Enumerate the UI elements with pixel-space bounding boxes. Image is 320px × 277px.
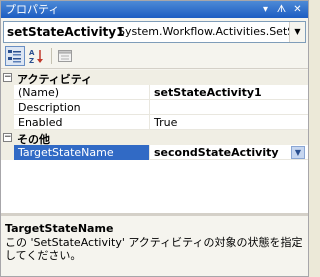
pin-icon[interactable]: ᗑ: [274, 2, 289, 17]
window-menu-icon[interactable]: ▾: [258, 2, 273, 17]
property-name[interactable]: (Name): [14, 85, 150, 100]
categorized-button[interactable]: [5, 46, 25, 66]
property-name[interactable]: Description: [14, 100, 150, 115]
property-value[interactable]: True: [151, 115, 308, 130]
svg-text:A: A: [29, 49, 35, 57]
property-name[interactable]: TargetStateName: [14, 145, 150, 160]
property-grid: − アクティビティ (Name) setStateActivity1 Descr…: [1, 70, 308, 213]
property-value[interactable]: setStateActivity1: [151, 85, 308, 100]
category-misc[interactable]: − その他: [1, 130, 308, 146]
property-row-description[interactable]: Description: [1, 100, 308, 115]
property-row-name[interactable]: (Name) setStateActivity1: [1, 85, 308, 100]
property-value[interactable]: secondStateActivity: [151, 145, 308, 160]
description-text: この 'SetStateActivity' アクティビティの対象の状態を指定して…: [5, 236, 303, 262]
object-name: setStateActivity1: [7, 25, 125, 39]
property-row-target-state-name[interactable]: TargetStateName secondStateActivity ▼: [1, 145, 308, 160]
category-activity[interactable]: − アクティビティ: [1, 70, 308, 86]
row-gutter: [1, 115, 14, 130]
properties-window: プロパティ ▾ ᗑ ✕ setStateActivity1 System.Wor…: [0, 0, 309, 277]
window-title: プロパティ: [5, 3, 60, 16]
svg-text:Z: Z: [29, 57, 34, 65]
property-row-enabled[interactable]: Enabled True: [1, 115, 308, 130]
toolbar: A Z: [1, 44, 308, 69]
chevron-down-icon[interactable]: ▼: [289, 22, 305, 42]
title-bar[interactable]: プロパティ ▾ ᗑ ✕: [1, 1, 308, 18]
object-selector[interactable]: setStateActivity1 System.Workflow.Activi…: [3, 21, 306, 43]
collapse-icon[interactable]: −: [3, 133, 12, 142]
collapse-icon[interactable]: −: [3, 73, 12, 82]
categorized-icon: [8, 50, 21, 63]
toolbar-separator: [51, 48, 52, 64]
description-pane: TargetStateName この 'SetStateActivity' アク…: [1, 213, 308, 276]
alphabetical-button[interactable]: A Z: [27, 46, 47, 66]
description-title: TargetStateName: [5, 222, 114, 235]
row-gutter: [1, 145, 14, 160]
property-pages-button[interactable]: [55, 46, 75, 66]
close-icon[interactable]: ✕: [290, 2, 305, 17]
property-name[interactable]: Enabled: [14, 115, 150, 130]
property-value[interactable]: [151, 100, 308, 115]
object-type: System.Workflow.Activities.SetStat: [118, 25, 306, 38]
row-gutter: [1, 85, 14, 100]
value-dropdown-icon[interactable]: ▼: [291, 146, 305, 159]
alphabetical-icon: A Z: [29, 49, 43, 65]
row-gutter: [1, 100, 14, 115]
property-pages-icon: [58, 50, 72, 62]
